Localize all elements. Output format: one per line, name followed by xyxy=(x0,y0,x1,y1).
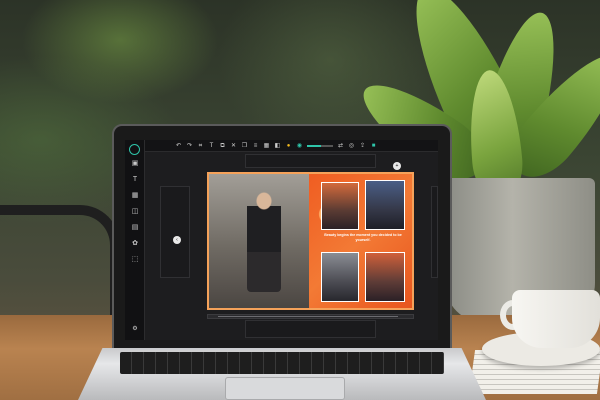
save-icon[interactable]: ■ xyxy=(370,141,377,151)
text-icon[interactable]: T xyxy=(208,141,215,151)
grid-tool[interactable]: ▦ xyxy=(127,192,143,206)
shapes-icon: ◫ xyxy=(131,208,139,215)
undo-icon[interactable]: ↶ xyxy=(175,141,182,151)
trackpad xyxy=(225,377,345,400)
elements-tool[interactable]: ✿ xyxy=(127,240,143,254)
zoom-slider-fill xyxy=(307,144,322,147)
redo-icon[interactable]: ↷ xyxy=(186,141,193,151)
export-icon[interactable]: ⇪ xyxy=(359,141,366,151)
flip-icon[interactable]: ⇄ xyxy=(337,141,344,151)
main-photo[interactable] xyxy=(209,174,309,308)
shapes-tool[interactable]: ◫ xyxy=(127,208,143,222)
frames-tool[interactable]: ⬚ xyxy=(127,256,143,270)
crop-icon[interactable]: ⌗ xyxy=(197,141,204,151)
collage-page[interactable]: Beauty begins the moment you decided to … xyxy=(207,172,414,310)
person-figure xyxy=(247,192,281,292)
photo-frame-2[interactable] xyxy=(365,180,405,230)
top-toolbar: ↶ ↷ ⌗ T ⧉ ✕ ❐ ≡ ▦ ◧ ● ◉ ⇄ ◎ ⇪ ■ xyxy=(145,140,438,152)
close-icon[interactable]: ✕ xyxy=(230,141,237,151)
background-icon: ▤ xyxy=(131,224,139,231)
grid-icon[interactable]: ▦ xyxy=(263,141,270,151)
photo-frame-3[interactable] xyxy=(321,252,359,302)
text-icon: T xyxy=(132,176,138,183)
grid-icon: ▦ xyxy=(131,192,139,199)
chair xyxy=(0,205,120,315)
left-toolbar: ▣ T ▦ ◫ ▤ ✿ ⬚ ⚙ xyxy=(125,140,145,340)
image-icon: ▣ xyxy=(131,160,139,167)
settings-icon: ⚙ xyxy=(132,326,138,332)
coffee-cup xyxy=(512,290,600,348)
scrollbar-thumb[interactable] xyxy=(218,316,398,317)
keyboard xyxy=(120,352,444,374)
eye-icon[interactable]: ◎ xyxy=(348,141,355,151)
zoom-icon[interactable]: ◉ xyxy=(296,141,303,151)
settings-button[interactable]: ⚙ xyxy=(129,325,141,337)
copy-icon[interactable]: ⧉ xyxy=(219,141,226,151)
zoom-slider[interactable] xyxy=(307,144,333,147)
background-tool[interactable]: ▤ xyxy=(127,224,143,238)
laptop-screen: ▣ T ▦ ◫ ▤ ✿ ⬚ ⚙ ↶ ↷ ⌗ T ⧉ ✕ ❐ ≡ ▦ ◧ ● ◉ … xyxy=(125,140,438,340)
prev-page-button[interactable]: ‹ xyxy=(173,236,181,244)
duplicate-icon[interactable]: ❐ xyxy=(241,141,248,151)
prev-page-ghost[interactable] xyxy=(160,186,190,278)
top-page-ghost xyxy=(245,154,376,168)
bottom-page-ghost xyxy=(245,320,376,338)
layers-icon[interactable]: ◧ xyxy=(274,141,281,151)
photo-frame-4[interactable] xyxy=(365,252,405,302)
photo-frame-1[interactable] xyxy=(321,182,359,230)
quote-text[interactable]: Beauty begins the moment you decided to … xyxy=(317,233,409,243)
highlight-icon[interactable]: ● xyxy=(285,141,292,151)
page-scrollbar[interactable] xyxy=(207,314,414,319)
next-page-ghost[interactable] xyxy=(431,186,438,278)
align-icon[interactable]: ≡ xyxy=(252,141,259,151)
canvas-area: ‹ › + Beauty begins the moment you decid… xyxy=(145,152,438,340)
app-logo-icon[interactable] xyxy=(129,144,140,155)
image-tool[interactable]: ▣ xyxy=(127,160,143,174)
add-page-button[interactable]: + xyxy=(393,162,401,170)
frames-icon: ⬚ xyxy=(131,256,139,263)
elements-icon: ✿ xyxy=(132,240,138,247)
text-tool[interactable]: T xyxy=(127,176,143,190)
